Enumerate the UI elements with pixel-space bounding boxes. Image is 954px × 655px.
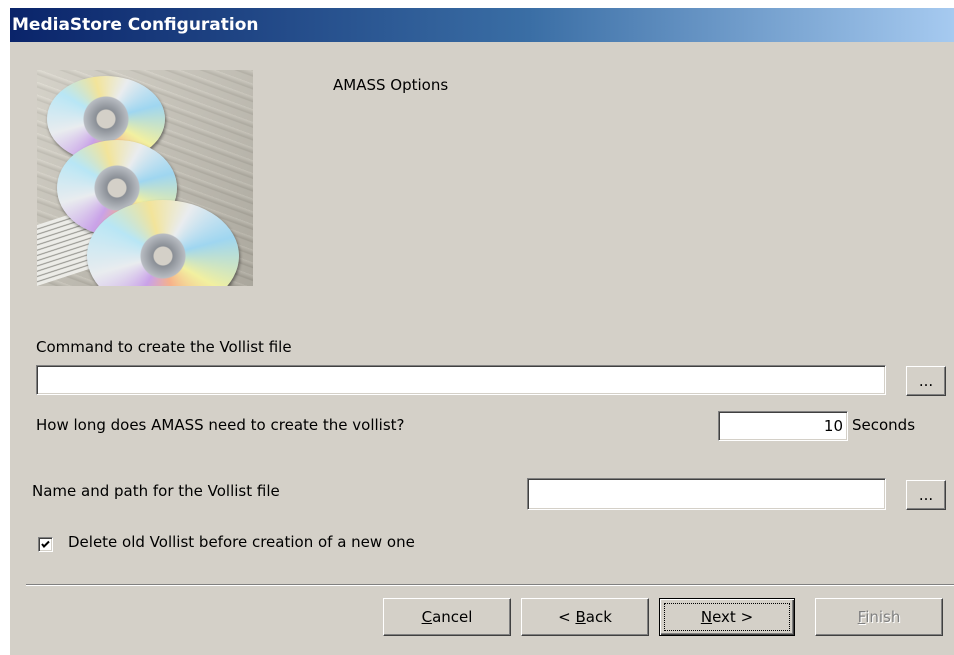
- cd-stack-banner-image: [37, 70, 253, 286]
- command-label: Command to create the Vollist file: [36, 338, 292, 356]
- delete-old-vollist-checkbox[interactable]: [38, 537, 53, 552]
- checkmark-icon: [41, 540, 50, 548]
- next-button-label: Next >: [700, 608, 754, 626]
- back-button-label: < Back: [558, 608, 612, 626]
- finish-button[interactable]: Finish: [815, 598, 943, 636]
- duration-unit-label: Seconds: [852, 416, 916, 434]
- browse-button-label: ...: [918, 372, 934, 390]
- command-browse-button[interactable]: ...: [906, 366, 946, 396]
- configuration-window: MediaStore Configuration AMASS Options C…: [10, 8, 954, 655]
- finish-button-label: Finish: [857, 608, 901, 626]
- button-area-separator: [26, 584, 954, 586]
- vollist-path-label: Name and path for the Vollist file: [32, 482, 280, 500]
- cancel-button-label: Cancel: [421, 608, 473, 626]
- vollist-path-input[interactable]: [527, 478, 886, 510]
- vollist-path-browse-button[interactable]: ...: [906, 480, 946, 510]
- duration-label: How long does AMASS need to create the v…: [36, 416, 405, 434]
- back-button[interactable]: < Back: [521, 598, 649, 636]
- duration-seconds-input[interactable]: [718, 411, 848, 441]
- cancel-button[interactable]: Cancel: [383, 598, 511, 636]
- delete-old-vollist-label[interactable]: Delete old Vollist before creation of a …: [68, 533, 415, 551]
- window-titlebar[interactable]: MediaStore Configuration: [10, 8, 954, 42]
- next-button[interactable]: Next >: [659, 598, 795, 636]
- window-title: MediaStore Configuration: [12, 15, 259, 35]
- browse-button-label: ...: [918, 486, 934, 504]
- page-heading: AMASS Options: [333, 76, 449, 94]
- command-input[interactable]: [36, 365, 886, 395]
